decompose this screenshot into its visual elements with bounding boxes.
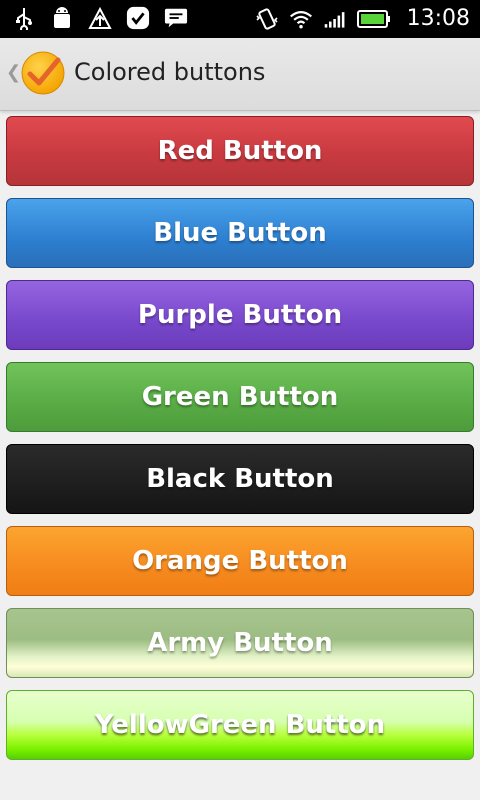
- action-bar: ❮ Colored buttons: [0, 38, 480, 111]
- status-bar: 13:08: [0, 0, 480, 38]
- android-debug-icon: [50, 6, 74, 30]
- usb-icon: [12, 6, 36, 30]
- message-icon: [164, 6, 188, 30]
- yellowgreen-button[interactable]: YellowGreen Button: [6, 690, 474, 760]
- battery-icon: [356, 7, 391, 31]
- wifi-icon: [289, 7, 313, 31]
- check-icon[interactable]: [20, 50, 66, 96]
- orange-button[interactable]: Orange Button: [6, 526, 474, 596]
- army-button[interactable]: Army Button: [6, 608, 474, 678]
- status-right-icons: 13:08: [255, 6, 470, 31]
- chevron-left-icon[interactable]: ❮: [6, 62, 21, 83]
- upload-icon: [88, 6, 112, 30]
- black-button[interactable]: Black Button: [6, 444, 474, 514]
- status-time: 13:08: [406, 6, 470, 31]
- red-button[interactable]: Red Button: [6, 116, 474, 186]
- green-button[interactable]: Green Button: [6, 362, 474, 432]
- status-left-icons: [12, 6, 188, 30]
- signal-icon: [323, 7, 347, 31]
- vibrate-icon: [255, 7, 279, 31]
- blue-button[interactable]: Blue Button: [6, 198, 474, 268]
- page-title: Colored buttons: [74, 58, 266, 86]
- task-check-icon: [126, 6, 150, 30]
- purple-button[interactable]: Purple Button: [6, 280, 474, 350]
